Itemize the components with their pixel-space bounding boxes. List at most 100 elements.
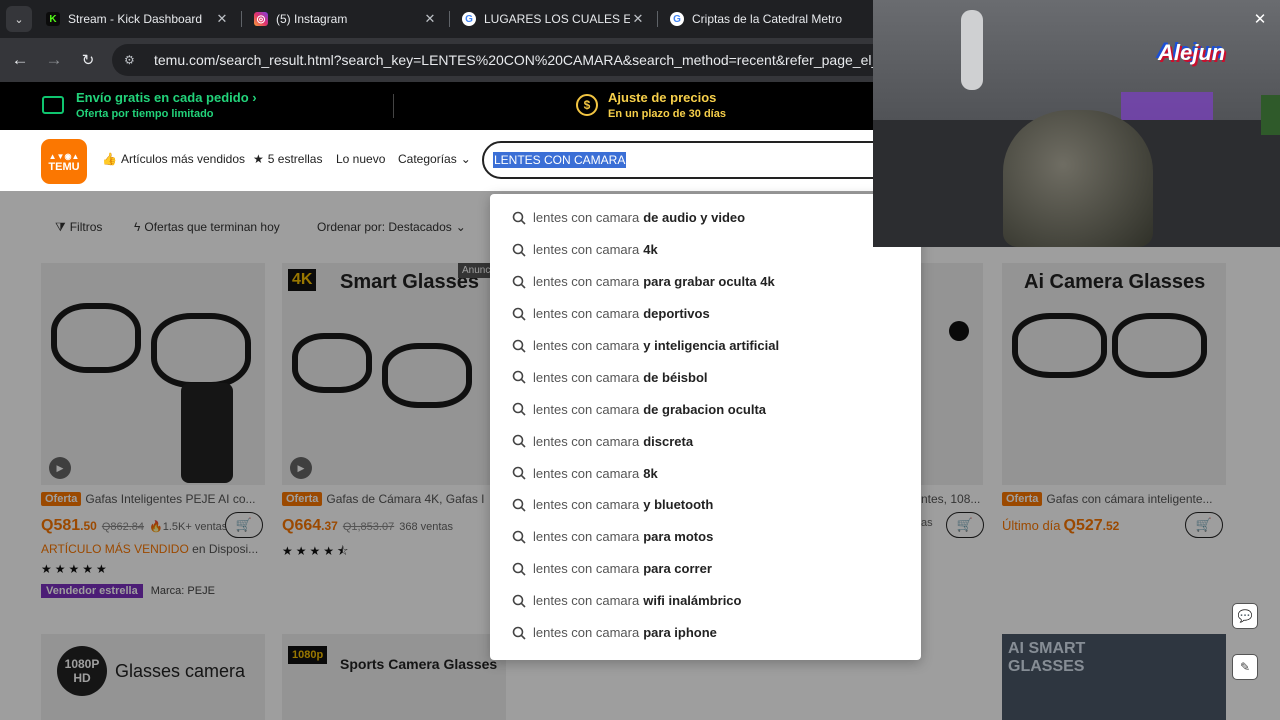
suggestion-item[interactable]: lentes con camara discreta [490, 425, 921, 457]
suggestion-item[interactable]: lentes con camara para iphone [490, 617, 921, 649]
suggestion-item[interactable]: lentes con camara wifi inalámbrico [490, 585, 921, 617]
reload-icon[interactable]: ↻ [76, 48, 100, 72]
suggestion-item[interactable]: lentes con camara 4k [490, 234, 921, 266]
price-adjust-banner[interactable]: $ Ajuste de precios En un plazo de 30 dí… [576, 90, 726, 120]
streamer-webcam-overlay: Alejun ✕ [873, 0, 1280, 247]
close-icon[interactable]: ✕ [1249, 8, 1271, 30]
suggestion-item[interactable]: lentes con camara deportivos [490, 298, 921, 330]
chat-icon[interactable]: 💬 [1232, 603, 1258, 629]
suggestion-prefix: lentes con camara [533, 593, 640, 609]
star-icon: ★ [253, 152, 264, 166]
suggestion-item[interactable]: lentes con camara 8k [490, 457, 921, 489]
tab-lugares[interactable]: G LUGARES LOS CUALES EXPLO ✕ [452, 4, 656, 34]
free-shipping-banner[interactable]: Envío gratis en cada pedido › Oferta por… [42, 90, 257, 120]
search-input[interactable]: LENTES CON CAMARA [482, 141, 902, 179]
suggestion-item[interactable]: lentes con camara para motos [490, 521, 921, 553]
suggestion-prefix: lentes con camara [533, 433, 640, 449]
suggestion-item[interactable]: lentes con camara de béisbol [490, 361, 921, 393]
suggestion-item[interactable]: lentes con camara y inteligencia artifici… [490, 330, 921, 362]
search-icon [512, 211, 526, 225]
price-adjust-subtitle: En un plazo de 30 días [608, 108, 726, 120]
nav-label: Artículos más vendidos [120, 152, 246, 166]
tab-label: Stream - Kick Dashboard [68, 12, 203, 26]
suggestion-completion: 4k [643, 242, 658, 258]
tab-label: (5) Instagram [276, 12, 348, 26]
suggestions-list: lentes con camara de audio y video lentes … [490, 202, 921, 648]
suggestion-completion: para grabar oculta 4k [643, 274, 775, 290]
search-query-text: LENTES CON CAMARA [493, 152, 627, 168]
suggestion-prefix: lentes con camara [533, 338, 640, 353]
tab-close-icon[interactable]: ✕ [214, 11, 230, 27]
search-icon [512, 594, 526, 608]
tab-close-icon[interactable]: ✕ [422, 11, 438, 27]
search-icon [512, 562, 526, 576]
punching-bag-shape [961, 10, 983, 90]
tab-divider [241, 11, 242, 27]
tab-kick-dashboard[interactable]: K Stream - Kick Dashboard ✕ [36, 4, 240, 34]
search-icon [512, 370, 526, 384]
suggestion-completion: deportivos [643, 306, 710, 322]
google-icon: G [462, 12, 476, 26]
suggestion-completion: 8k [643, 465, 658, 481]
search-icon [512, 307, 526, 321]
suggestion-item[interactable]: lentes con camara de audio y video [490, 202, 921, 234]
search-icon [512, 339, 526, 353]
site-settings-icon[interactable]: ⚙ [124, 53, 142, 67]
truck-icon [42, 96, 64, 114]
price-adjust-icon: $ [576, 94, 598, 116]
suggestion-completion: y bluetooth [643, 497, 714, 513]
suggestion-prefix: lentes con camara [533, 465, 640, 481]
search-icon [512, 498, 526, 512]
free-shipping-subtitle: Oferta por tiempo limitado [76, 108, 214, 120]
streamer-silhouette [1003, 110, 1153, 247]
search-icon [512, 626, 526, 640]
suggestion-prefix: lentes con camara [533, 529, 640, 545]
tab-label: LUGARES LOS CUALES EXPLO [484, 12, 630, 26]
suggestion-prefix: lentes con camara [533, 210, 640, 226]
nav-label: Lo nuevo [336, 152, 386, 166]
suggestion-prefix: lentes con camara [533, 497, 640, 513]
tab-close-icon[interactable]: ✕ [630, 11, 646, 27]
tab-divider [449, 11, 450, 27]
suggestion-item[interactable]: lentes con camara para correr [490, 553, 921, 585]
free-shipping-title: Envío gratis en cada pedido [76, 90, 249, 105]
logo-text: TEMU [48, 160, 80, 173]
google-icon: G [670, 12, 684, 26]
suggestion-completion: para iphone [643, 625, 717, 641]
nav-five-stars[interactable]: ★ 5 estrellas [253, 152, 322, 166]
tab-divider [657, 11, 658, 27]
nav-new[interactable]: Lo nuevo [336, 152, 385, 166]
tab-label: Criptas de la Catedral Metro [692, 12, 843, 26]
temu-logo[interactable]: ▲▼◉▲ TEMU [41, 139, 87, 184]
price-adjust-title: Ajuste de precios [608, 90, 717, 105]
suggestion-completion: de béisbol [643, 369, 708, 385]
back-arrow-icon[interactable]: ← [8, 48, 32, 72]
suggestion-item[interactable]: lentes con camara de grabacion oculta [490, 393, 921, 425]
suggestion-completion: de grabacion oculta [643, 401, 767, 417]
instagram-icon: ◎ [254, 12, 268, 26]
tab-criptas[interactable]: G Criptas de la Catedral Metro [660, 4, 872, 34]
suggestion-completion: wifi inalámbrico [643, 593, 742, 609]
nav-label: 5 estrellas [267, 152, 323, 166]
edit-icon[interactable]: ✎ [1232, 654, 1258, 680]
suggestion-completion: discreta [643, 433, 694, 449]
tab-search-chevron-icon[interactable]: ⌄ [6, 6, 32, 32]
search-icon [512, 434, 526, 448]
search-icon [512, 466, 526, 480]
kick-icon: K [46, 12, 60, 26]
suggestion-item[interactable]: lentes con camara para grabar oculta 4k [490, 266, 921, 298]
forward-arrow-icon[interactable]: → [42, 48, 66, 72]
chevron-right-icon: › [252, 90, 257, 105]
tab-instagram[interactable]: ◎ (5) Instagram ✕ [244, 4, 448, 34]
suggestion-prefix: lentes con camara [533, 625, 640, 641]
nav-categories[interactable]: Categorías ⌄ [398, 152, 471, 166]
suggestion-item[interactable]: lentes con camara y bluetooth [490, 489, 921, 521]
chevron-down-icon: ⌄ [460, 152, 471, 166]
search-icon [512, 275, 526, 289]
promo-divider [393, 94, 394, 118]
nav-best-sellers[interactable]: 👍 Artículos más vendidos [102, 152, 245, 166]
search-icon [512, 530, 526, 544]
search-icon [512, 243, 526, 257]
suggestion-prefix: lentes con camara [533, 561, 640, 577]
suggestion-prefix: lentes con camara [533, 401, 640, 417]
